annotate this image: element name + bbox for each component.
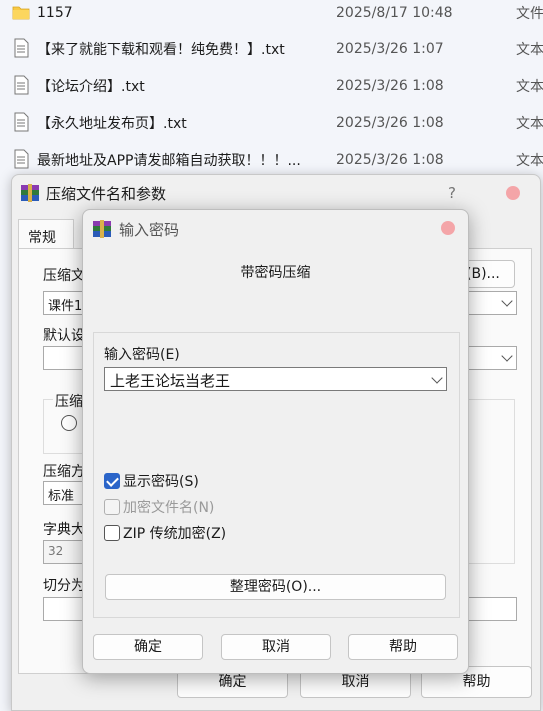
winrar-icon [21,184,39,202]
text-file-icon [14,75,29,95]
archive-name-value: 课件1 [48,299,83,314]
file-date: 2025/8/17 10:48 [336,4,453,21]
file-name: 1157 [37,4,73,21]
method-select[interactable]: 标准 [43,481,87,505]
file-row[interactable]: 最新地址及APP请发邮箱自动获取！！！... 2025/3/26 1:08 文本 [0,141,543,178]
chevron-down-icon [431,372,443,384]
encrypt-names-label: 加密文件名(N) [123,500,215,516]
right-field[interactable] [467,597,517,621]
file-type: 文本 [516,152,543,169]
password-label: 输入密码(E) [104,347,180,363]
file-date: 2025/3/26 1:07 [336,40,444,57]
file-type: 文件 [516,5,543,22]
file-type: 文本 [516,41,543,58]
file-date: 2025/3/26 1:08 [336,151,444,168]
text-file-icon [14,38,29,58]
show-password-label: 显示密码(S) [123,474,199,490]
password-input[interactable]: 上老王论坛当老王 [104,367,447,391]
dialog-titlebar: 压缩文件名和参数 ? [12,175,540,211]
split-label: 切分为 [43,578,85,594]
cancel-button[interactable]: 取消 [221,634,331,660]
dictionary-label: 字典大 [43,522,85,538]
chevron-down-icon [501,295,513,307]
encrypt-names-checkbox[interactable]: 加密文件名(N) [104,497,214,517]
file-row[interactable]: 1157 2025/8/17 10:48 文件 [0,0,543,31]
default-profile-label: 默认设 [43,328,85,344]
split-select[interactable] [43,597,87,621]
file-name: 【永久地址发布页】.txt [37,115,187,132]
file-name: 最新地址及APP请发邮箱自动获取！！！... [37,152,301,169]
file-name: 【论坛介绍】.txt [37,78,145,95]
password-dialog: 输入密码 带密码压缩 输入密码(E) 上老王论坛当老王 显示密码(S) 加密文件… [82,209,469,674]
password-value: 上老王论坛当老王 [110,372,231,390]
winrar-icon [93,220,111,238]
format-radio[interactable] [61,415,77,431]
dialog-title: 压缩文件名和参数 [46,185,167,203]
text-file-icon [14,112,29,132]
text-file-icon [14,149,29,169]
folder-icon [12,6,30,20]
checkbox-icon[interactable] [104,499,120,515]
method-label: 压缩方 [43,464,85,480]
file-type: 文本 [516,115,543,132]
compression-group-label: 压缩 [53,391,85,411]
close-icon[interactable] [506,186,520,200]
archive-name-label: 压缩文 [43,268,85,284]
zip-legacy-label: ZIP 传统加密(Z) [123,526,227,542]
checkbox-icon[interactable] [104,525,120,541]
checkbox-checked-icon[interactable] [104,473,120,489]
ok-button[interactable]: 确定 [93,634,203,660]
zip-legacy-checkbox[interactable]: ZIP 传统加密(Z) [104,523,226,543]
file-name: 【来了就能下载和观看！纯免费！】.txt [37,41,285,58]
show-password-checkbox[interactable]: 显示密码(S) [104,471,199,491]
file-type: 文本 [516,78,543,95]
file-row[interactable]: 【来了就能下载和观看！纯免费！】.txt 2025/3/26 1:07 文本 [0,30,543,67]
organize-passwords-button[interactable]: 整理密码(O)... [105,574,446,600]
chevron-down-icon [501,350,513,362]
file-date: 2025/3/26 1:08 [336,77,444,94]
file-date: 2025/3/26 1:08 [336,114,444,131]
help-button[interactable]: 帮助 [348,634,458,660]
tab-general[interactable]: 常规 [18,219,74,249]
file-row[interactable]: 【论坛介绍】.txt 2025/3/26 1:08 文本 [0,67,543,104]
dialog-title: 输入密码 [119,221,180,239]
help-icon[interactable]: ? [448,184,456,202]
dialog-heading: 带密码压缩 [240,265,311,281]
file-row[interactable]: 【永久地址发布页】.txt 2025/3/26 1:08 文本 [0,104,543,141]
close-icon[interactable] [441,221,455,235]
dictionary-select[interactable]: 32 [43,540,87,564]
